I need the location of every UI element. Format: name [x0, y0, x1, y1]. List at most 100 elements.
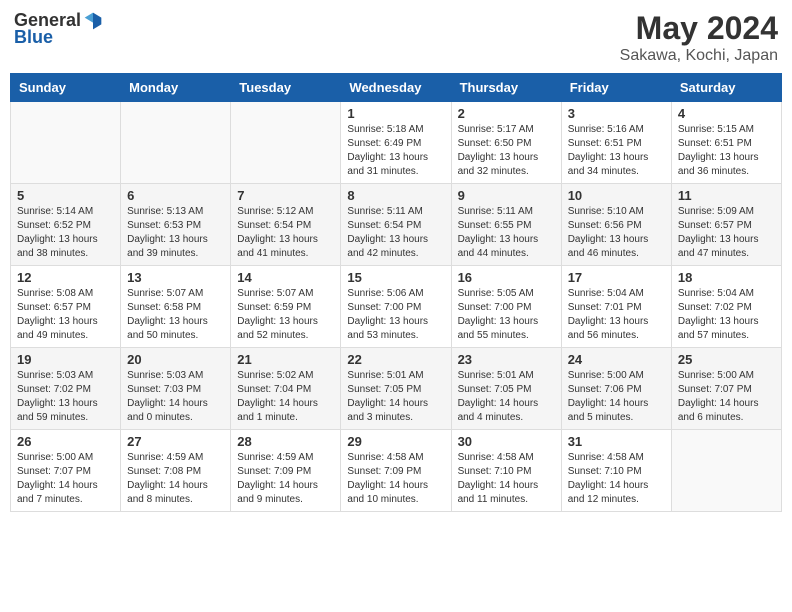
day-info: Sunrise: 5:00 AM Sunset: 7:06 PM Dayligh… — [568, 369, 665, 425]
day-number: 29 — [347, 434, 444, 449]
calendar-cell: 3Sunrise: 5:16 AM Sunset: 6:51 PM Daylig… — [561, 102, 671, 184]
calendar-cell — [671, 430, 781, 512]
day-number: 22 — [347, 352, 444, 367]
calendar-cell: 28Sunrise: 4:59 AM Sunset: 7:09 PM Dayli… — [231, 430, 341, 512]
week-row-3: 12 Sunrise: 5:08 AM Sunset: 6:57 PM Dayli… — [11, 266, 782, 348]
day-info: Sunrise: 5:00 AM Sunset: 7:07 PM Dayligh… — [17, 451, 114, 507]
day-number: 25 — [678, 352, 775, 367]
day-info: Sunrise: 5:00 AM Sunset: 7:07 PM Dayligh… — [678, 369, 775, 425]
calendar-cell: 8 Sunrise: 5:11 AM Sunset: 6:54 PM Daylig… — [341, 184, 451, 266]
calendar-cell: 22 Sunrise: 5:01 AM Sunset: 7:05 PM Dayli… — [341, 348, 451, 430]
calendar-header-row: SundayMondayTuesdayWednesdayThursdayFrid… — [11, 74, 782, 102]
logo-icon — [83, 11, 103, 31]
week-row-5: 26 Sunrise: 5:00 AM Sunset: 7:07 PM Dayli… — [11, 430, 782, 512]
day-info: Sunrise: 5:13 AM Sunset: 6:53 PM Dayligh… — [127, 205, 224, 261]
week-row-4: 19Sunrise: 5:03 AM Sunset: 7:02 PM Dayli… — [11, 348, 782, 430]
calendar-cell: 11Sunrise: 5:09 AM Sunset: 6:57 PM Dayli… — [671, 184, 781, 266]
day-number: 16 — [458, 270, 555, 285]
calendar-cell: 9 Sunrise: 5:11 AM Sunset: 6:55 PM Daylig… — [451, 184, 561, 266]
day-number: 26 — [17, 434, 114, 449]
day-number: 20 — [127, 352, 224, 367]
day-info: Sunrise: 5:10 AM Sunset: 6:56 PM Dayligh… — [568, 205, 665, 261]
day-info: Sunrise: 4:59 AM Sunset: 7:08 PM Dayligh… — [127, 451, 224, 507]
day-number: 6 — [127, 188, 224, 203]
day-info: Sunrise: 4:59 AM Sunset: 7:09 PM Dayligh… — [237, 451, 334, 507]
calendar-cell: 21Sunrise: 5:02 AM Sunset: 7:04 PM Dayli… — [231, 348, 341, 430]
day-number: 3 — [568, 106, 665, 121]
calendar-cell: 24Sunrise: 5:00 AM Sunset: 7:06 PM Dayli… — [561, 348, 671, 430]
header-monday: Monday — [121, 74, 231, 102]
day-info: Sunrise: 4:58 AM Sunset: 7:09 PM Dayligh… — [347, 451, 444, 507]
calendar-cell: 4Sunrise: 5:15 AM Sunset: 6:51 PM Daylig… — [671, 102, 781, 184]
day-number: 8 — [347, 188, 444, 203]
day-number: 23 — [458, 352, 555, 367]
calendar-cell: 30 Sunrise: 4:58 AM Sunset: 7:10 PM Dayli… — [451, 430, 561, 512]
title-block: May 2024 Sakawa, Kochi, Japan — [620, 10, 778, 65]
calendar-cell: 10 Sunrise: 5:10 AM Sunset: 6:56 PM Dayli… — [561, 184, 671, 266]
header-wednesday: Wednesday — [341, 74, 451, 102]
calendar-cell: 31Sunrise: 4:58 AM Sunset: 7:10 PM Dayli… — [561, 430, 671, 512]
day-number: 5 — [17, 188, 114, 203]
day-info: Sunrise: 5:02 AM Sunset: 7:04 PM Dayligh… — [237, 369, 334, 425]
day-number: 12 — [17, 270, 114, 285]
header-thursday: Thursday — [451, 74, 561, 102]
day-info: Sunrise: 5:08 AM Sunset: 6:57 PM Dayligh… — [17, 287, 114, 343]
day-info: Sunrise: 5:05 AM Sunset: 7:00 PM Dayligh… — [458, 287, 555, 343]
calendar-cell: 14 Sunrise: 5:07 AM Sunset: 6:59 PM Dayli… — [231, 266, 341, 348]
calendar-cell: 1 Sunrise: 5:18 AM Sunset: 6:49 PM Daylig… — [341, 102, 451, 184]
day-number: 14 — [237, 270, 334, 285]
day-info: Sunrise: 5:18 AM Sunset: 6:49 PM Dayligh… — [347, 123, 444, 179]
header-saturday: Saturday — [671, 74, 781, 102]
calendar-cell: 25 Sunrise: 5:00 AM Sunset: 7:07 PM Dayli… — [671, 348, 781, 430]
calendar-cell: 18 Sunrise: 5:04 AM Sunset: 7:02 PM Dayli… — [671, 266, 781, 348]
day-info: Sunrise: 5:06 AM Sunset: 7:00 PM Dayligh… — [347, 287, 444, 343]
day-info: Sunrise: 5:07 AM Sunset: 6:59 PM Dayligh… — [237, 287, 334, 343]
day-info: Sunrise: 5:12 AM Sunset: 6:54 PM Dayligh… — [237, 205, 334, 261]
day-info: Sunrise: 4:58 AM Sunset: 7:10 PM Dayligh… — [458, 451, 555, 507]
day-info: Sunrise: 4:58 AM Sunset: 7:10 PM Dayligh… — [568, 451, 665, 507]
calendar-table: SundayMondayTuesdayWednesdayThursdayFrid… — [10, 73, 782, 512]
header-sunday: Sunday — [11, 74, 121, 102]
day-info: Sunrise: 5:09 AM Sunset: 6:57 PM Dayligh… — [678, 205, 775, 261]
calendar-cell: 29 Sunrise: 4:58 AM Sunset: 7:09 PM Dayli… — [341, 430, 451, 512]
day-number: 15 — [347, 270, 444, 285]
day-number: 10 — [568, 188, 665, 203]
calendar-cell: 20Sunrise: 5:03 AM Sunset: 7:03 PM Dayli… — [121, 348, 231, 430]
calendar-cell — [11, 102, 121, 184]
calendar-cell: 19Sunrise: 5:03 AM Sunset: 7:02 PM Dayli… — [11, 348, 121, 430]
day-info: Sunrise: 5:01 AM Sunset: 7:05 PM Dayligh… — [347, 369, 444, 425]
day-info: Sunrise: 5:04 AM Sunset: 7:01 PM Dayligh… — [568, 287, 665, 343]
day-number: 1 — [347, 106, 444, 121]
calendar-cell: 13 Sunrise: 5:07 AM Sunset: 6:58 PM Dayli… — [121, 266, 231, 348]
page-header: General Blue May 2024 Sakawa, Kochi, Jap… — [10, 10, 782, 65]
logo: General Blue — [14, 10, 103, 48]
calendar-cell: 15 Sunrise: 5:06 AM Sunset: 7:00 PM Dayli… — [341, 266, 451, 348]
week-row-1: 1 Sunrise: 5:18 AM Sunset: 6:49 PM Daylig… — [11, 102, 782, 184]
month-year-title: May 2024 — [620, 10, 778, 47]
day-info: Sunrise: 5:11 AM Sunset: 6:54 PM Dayligh… — [347, 205, 444, 261]
header-tuesday: Tuesday — [231, 74, 341, 102]
calendar-cell — [231, 102, 341, 184]
day-number: 27 — [127, 434, 224, 449]
calendar-cell: 2 Sunrise: 5:17 AM Sunset: 6:50 PM Daylig… — [451, 102, 561, 184]
day-number: 30 — [458, 434, 555, 449]
day-info: Sunrise: 5:17 AM Sunset: 6:50 PM Dayligh… — [458, 123, 555, 179]
day-number: 18 — [678, 270, 775, 285]
day-number: 4 — [678, 106, 775, 121]
day-info: Sunrise: 5:04 AM Sunset: 7:02 PM Dayligh… — [678, 287, 775, 343]
day-info: Sunrise: 5:07 AM Sunset: 6:58 PM Dayligh… — [127, 287, 224, 343]
day-number: 17 — [568, 270, 665, 285]
day-info: Sunrise: 5:01 AM Sunset: 7:05 PM Dayligh… — [458, 369, 555, 425]
day-number: 13 — [127, 270, 224, 285]
location-subtitle: Sakawa, Kochi, Japan — [620, 47, 778, 65]
logo-blue: Blue — [14, 27, 53, 48]
day-number: 19 — [17, 352, 114, 367]
calendar-cell: 16 Sunrise: 5:05 AM Sunset: 7:00 PM Dayli… — [451, 266, 561, 348]
calendar-cell: 5Sunrise: 5:14 AM Sunset: 6:52 PM Daylig… — [11, 184, 121, 266]
day-info: Sunrise: 5:11 AM Sunset: 6:55 PM Dayligh… — [458, 205, 555, 261]
calendar-cell — [121, 102, 231, 184]
day-number: 2 — [458, 106, 555, 121]
calendar-cell: 7Sunrise: 5:12 AM Sunset: 6:54 PM Daylig… — [231, 184, 341, 266]
day-number: 9 — [458, 188, 555, 203]
header-friday: Friday — [561, 74, 671, 102]
